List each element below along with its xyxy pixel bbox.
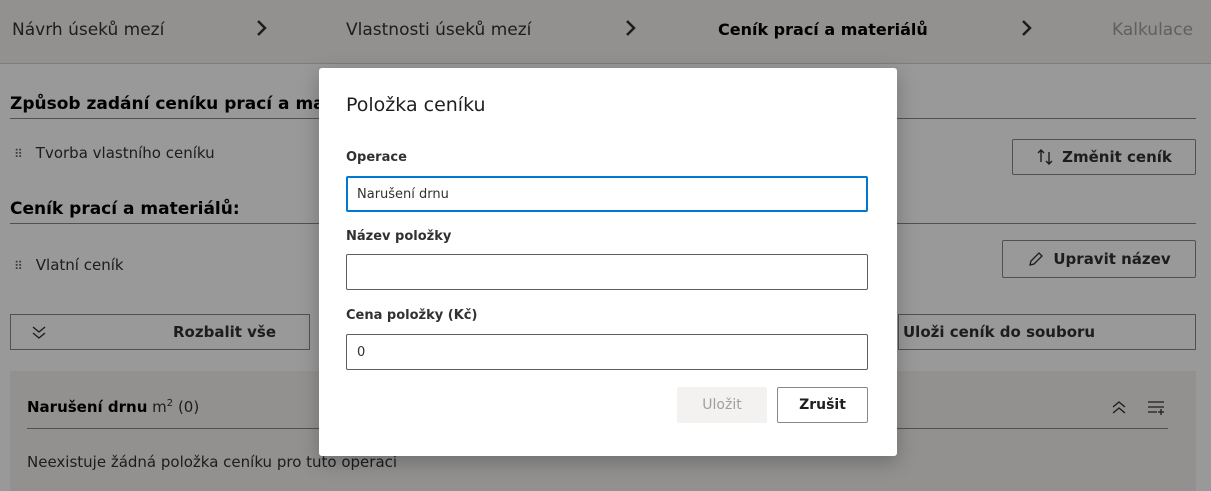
item-price-field[interactable] [346,334,868,370]
cancel-button[interactable]: Zrušit [777,387,868,423]
item-name-field-label: Název položky [346,229,452,244]
item-name-field[interactable] [346,254,868,290]
price-item-dialog: Položka ceníku Operace Název položky Cen… [319,68,897,456]
item-price-field-label: Cena položky (Kč) [346,308,478,323]
save-button[interactable]: Uložit [677,387,767,423]
operation-field[interactable] [346,176,868,212]
operation-field-label: Operace [346,150,407,165]
dialog-title: Položka ceníku [346,94,486,116]
